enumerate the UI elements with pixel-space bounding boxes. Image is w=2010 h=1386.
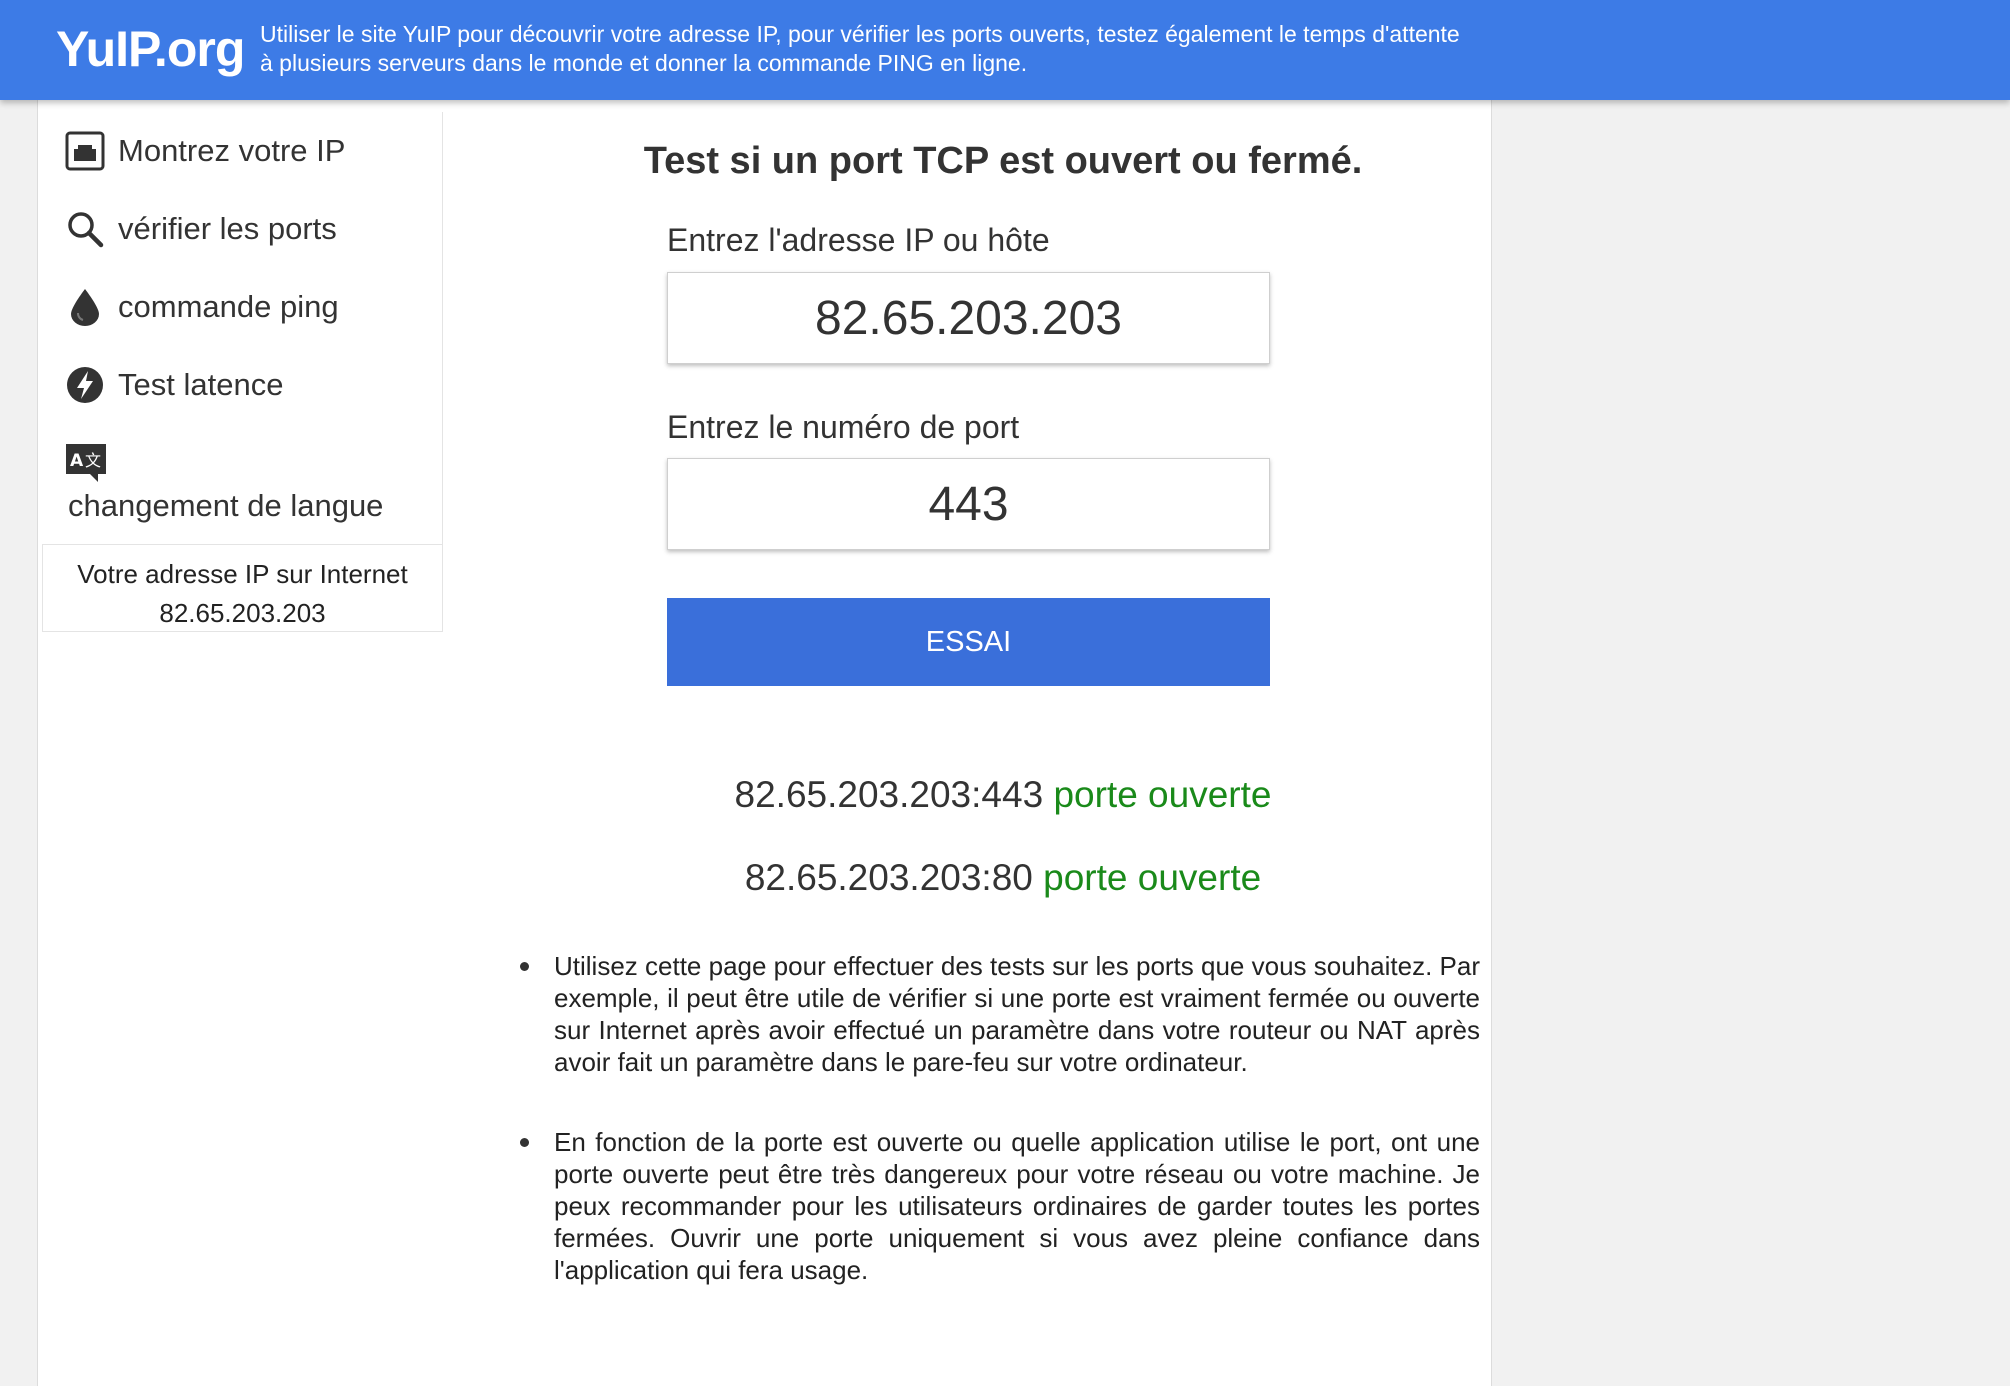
sidebar-item-label: Test latence [118,367,284,402]
info-paragraph: En fonction de la porte est ouverte ou q… [512,1126,1480,1286]
translate-icon: A 文 [64,442,106,484]
port-number-input[interactable] [667,458,1270,550]
sidebar-item-label: commande ping [118,289,339,324]
magnifier-icon [64,208,106,250]
sidebar-item-label: Montrez votre IP [118,133,346,168]
sidebar-item-label: vérifier les ports [118,211,337,246]
page-title: Test si un port TCP est ouvert ou fermé. [643,140,1363,182]
site-tagline: Utiliser le site YuIP pour découvrir vot… [260,21,1460,76]
result-address: 82.65.203.203:443 [734,774,1044,815]
essai-button[interactable]: ESSAI [667,598,1270,686]
ip-field-label: Entrez l'adresse IP ou hôte [667,222,1050,258]
info-paragraph: Utilisez cette page pour effectuer des t… [512,950,1480,1078]
sidebar-item-language[interactable]: A 文 changement de langue [42,424,442,544]
ip-address-box: Votre adresse IP sur Internet 82.65.203.… [42,544,443,632]
port-field-label: Entrez le numéro de port [667,409,1020,445]
site-header: YuIP.org Utiliser le site YuIP pour déco… [0,0,2010,100]
ip-box-title: Votre adresse IP sur Internet [77,559,408,589]
network-port-icon [64,130,106,172]
sidebar-nav: Montrez votre IP vérifier les ports comm… [42,112,443,632]
lightning-icon [64,364,106,406]
sidebar-item-latency[interactable]: Test latence [42,346,442,424]
site-logo[interactable]: YuIP.org [56,20,245,78]
page-container: Montrez votre IP vérifier les ports comm… [37,100,1492,1386]
result-status: porte ouverte [1043,857,1262,898]
info-list: Utilisez cette page pour effectuer des t… [512,950,1480,1334]
ip-host-input[interactable] [667,272,1270,364]
sidebar-item-ping[interactable]: commande ping [42,268,442,346]
result-address: 82.65.203.203:80 [744,857,1033,898]
result-line: 82.65.203.203:443 porte ouverte [538,774,1468,816]
water-drop-icon [64,286,106,328]
result-line: 82.65.203.203:80 porte ouverte [538,857,1468,899]
svg-text:A: A [70,451,84,471]
sidebar-item-check-ports[interactable]: vérifier les ports [42,190,442,268]
result-status: porte ouverte [1053,774,1272,815]
svg-text:文: 文 [85,451,101,470]
sidebar-item-show-ip[interactable]: Montrez votre IP [42,112,442,190]
sidebar-item-label: changement de langue [68,488,384,523]
ip-box-value: 82.65.203.203 [159,598,326,628]
